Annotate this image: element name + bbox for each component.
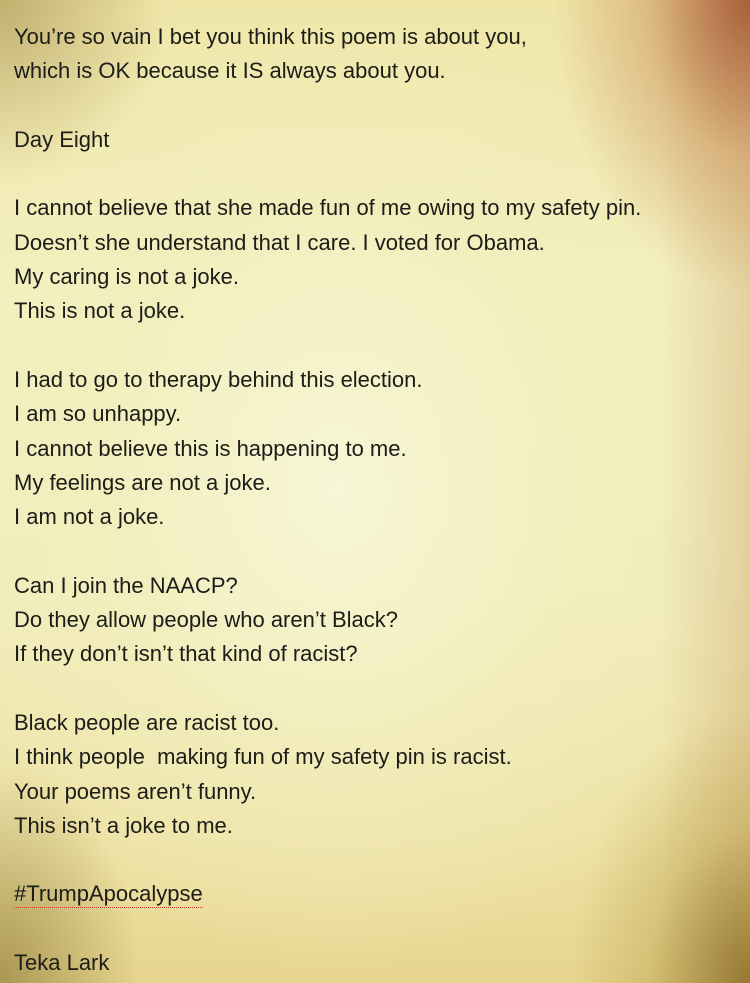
- stanza-gap: [14, 157, 744, 191]
- stanza1-line-2: Doesn’t she understand that I care. I vo…: [14, 229, 545, 255]
- intro-line-1: You’re so vain I bet you think this poem…: [14, 24, 527, 49]
- stanza2-line-5: I am not a joke.: [14, 504, 165, 530]
- stanza-gap: [14, 329, 744, 363]
- stanza3-line-2: Do they allow people who aren’t Black?: [14, 607, 399, 633]
- stanza1-line-4: This is not a joke.: [14, 298, 186, 324]
- poem-text: You’re so vain I bet you think this poem…: [14, 20, 744, 980]
- stanza2-line-1: I had to go to therapy behind this elect…: [14, 366, 423, 392]
- stanza4-line-2: I think people making fun of my safety p…: [14, 744, 512, 770]
- stanza4-line-3: Your poems aren’t funny.: [14, 778, 257, 804]
- day-heading: Day Eight: [14, 126, 110, 152]
- stanza-gap: [14, 912, 744, 946]
- author-signature: Teka Lark: [14, 950, 110, 976]
- hashtag-line: #TrumpApocalypse: [14, 877, 744, 911]
- stanza2-line-4: My feelings are not a joke.: [14, 469, 271, 495]
- stanza-gap: [14, 672, 744, 706]
- stanza4-line-4: This isn’t a joke to me.: [14, 812, 233, 838]
- stanza4-line-1: Black people are racist too.: [14, 709, 280, 735]
- stanza1-line-1: I cannot believe that she made fun of me…: [14, 195, 642, 221]
- stanza-gap: [14, 843, 744, 877]
- stanza3-line-1: Can I join the NAACP?: [14, 572, 238, 598]
- intro-line-2: which is OK because it IS always about y…: [14, 58, 446, 84]
- stanza3-line-3: If they don’t isn’t that kind of racist?: [14, 641, 358, 667]
- poem-page: You’re so vain I bet you think this poem…: [0, 0, 750, 983]
- stanza-gap: [14, 89, 744, 123]
- hashtag: #TrumpApocalypse: [14, 881, 203, 909]
- stanza-gap: [14, 534, 744, 568]
- stanza2-line-3: I cannot believe this is happening to me…: [14, 435, 407, 461]
- stanza2-line-2: I am so unhappy.: [14, 401, 182, 427]
- stanza1-line-3: My caring is not a joke.: [14, 264, 239, 290]
